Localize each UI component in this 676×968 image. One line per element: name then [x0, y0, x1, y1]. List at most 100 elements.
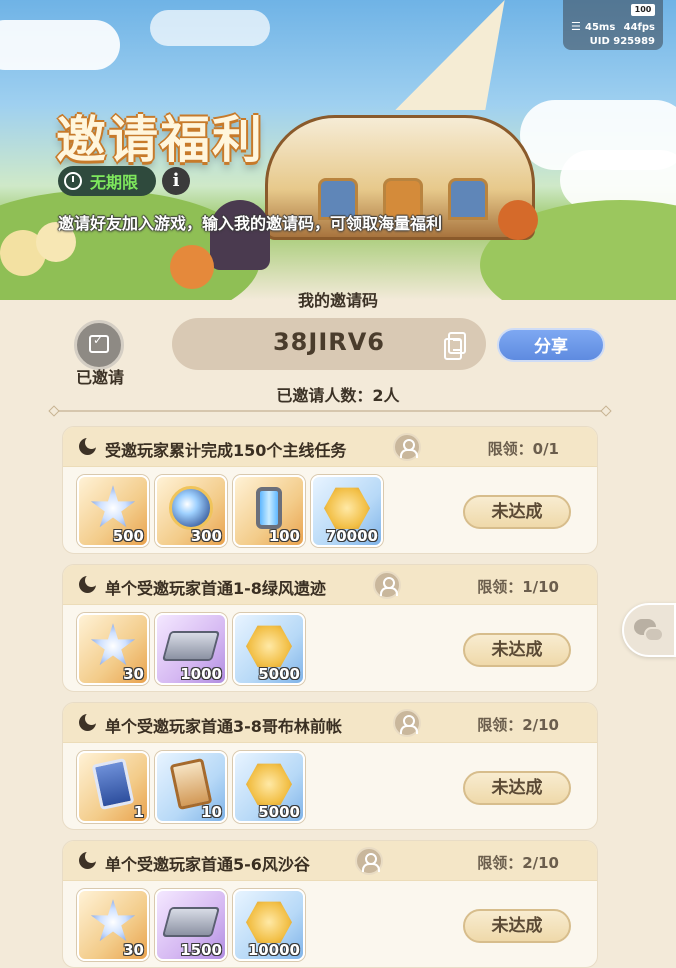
fps-text: 44fps — [623, 22, 655, 33]
reward-list: 30 1500 10000 — [77, 889, 305, 961]
reward-item[interactable]: 300 — [155, 475, 227, 547]
reward-qty: 30 — [123, 941, 144, 959]
reward-item[interactable]: 10000 — [233, 889, 305, 961]
reward-qty: 10 — [201, 803, 222, 821]
reward-item[interactable]: 30 — [77, 613, 149, 685]
reward-qty: 1500 — [180, 941, 222, 959]
moon-icon — [79, 574, 98, 593]
moon-icon — [79, 850, 98, 869]
reward-qty: 30 — [123, 665, 144, 683]
duration-badge: 无期限 — [58, 166, 156, 196]
character-fox — [170, 245, 214, 289]
invite-code: 38JIRV6 — [272, 328, 385, 356]
reward-item[interactable]: 1000 — [155, 613, 227, 685]
reward-qty: 10000 — [247, 941, 300, 959]
chat-bubble-icon — [644, 627, 664, 642]
uid-text: UID 925989 — [589, 36, 655, 47]
blue-card-icon — [91, 758, 135, 811]
task-card: 单个受邀玩家首通3-8哥布林前帐 限领：2/10 1 10 5000 未达成 — [62, 702, 598, 830]
wagon-window — [448, 178, 488, 220]
claim-status-button[interactable]: 未达成 — [463, 495, 571, 529]
task-card-header: 单个受邀玩家首通5-6风沙谷 限领：2/10 — [63, 841, 597, 881]
claim-status-button[interactable]: 未达成 — [463, 909, 571, 943]
reward-qty: 100 — [268, 527, 300, 545]
claim-limit: 限领：1/10 — [477, 578, 559, 596]
reward-qty: 300 — [190, 527, 222, 545]
reward-item[interactable]: 30 — [77, 889, 149, 961]
star-crystal-icon — [90, 899, 136, 942]
gold-coin-icon — [246, 901, 292, 943]
player-icon[interactable] — [393, 709, 421, 737]
moon-icon — [79, 712, 98, 731]
player-icon[interactable] — [373, 571, 401, 599]
cloud — [150, 10, 270, 46]
invite-code-box: 38JIRV6 — [172, 318, 486, 370]
claim-limit: 限领：2/10 — [477, 716, 559, 734]
invited-list-button[interactable] — [74, 320, 124, 370]
reward-item[interactable]: 1500 — [155, 889, 227, 961]
invite-code-label: 我的邀请码 — [297, 291, 378, 310]
task-title: 单个受邀玩家首通3-8哥布林前帐 — [105, 717, 342, 736]
page-title: 邀请福利 — [56, 111, 264, 169]
duration-label: 无期限 — [90, 173, 139, 192]
task-card-header: 受邀玩家累计完成150个主线任务 限领：0/1 — [63, 427, 597, 467]
task-card: 受邀玩家累计完成150个主线任务 限领：0/1 500 300 100 7000… — [62, 426, 598, 554]
reward-item[interactable]: 5000 — [233, 751, 305, 823]
status-overlay: 100 ☰ 45ms 44fps UID 925989 — [563, 0, 663, 50]
energy-cylinder-icon — [256, 487, 282, 530]
reward-qty: 500 — [112, 527, 144, 545]
banner: 邀请福利 无期限 i 邀请好友加入游戏，输入我的邀请码，可领取海量福利 100 … — [0, 0, 676, 300]
task-card-header: 单个受邀玩家首通1-8绿风遗迹 限领：1/10 — [63, 565, 597, 605]
reward-qty: 1 — [133, 803, 144, 821]
star-crystal-icon — [90, 485, 136, 528]
info-icon[interactable]: i — [162, 167, 190, 195]
reward-qty: 70000 — [325, 527, 378, 545]
chat-button[interactable] — [622, 603, 676, 657]
reward-item[interactable]: 10 — [155, 751, 227, 823]
gold-coin-icon — [324, 487, 370, 529]
reward-item[interactable]: 5000 — [233, 613, 305, 685]
cloud — [0, 20, 120, 70]
task-title: 受邀玩家累计完成150个主线任务 — [105, 441, 347, 460]
task-title: 单个受邀玩家首通5-6风沙谷 — [105, 855, 310, 874]
claim-status-button[interactable]: 未达成 — [463, 771, 571, 805]
share-button[interactable]: 分享 — [497, 328, 605, 362]
star-crystal-icon — [90, 623, 136, 666]
reward-qty: 1000 — [180, 665, 222, 683]
copy-icon[interactable] — [444, 332, 466, 360]
reward-list: 1 10 5000 — [77, 751, 305, 823]
invited-check-icon — [89, 333, 109, 353]
reward-list: 30 1000 5000 — [77, 613, 305, 685]
wagon-sail — [395, 0, 505, 110]
character-right — [498, 200, 538, 240]
reward-item[interactable]: 500 — [77, 475, 149, 547]
task-card: 单个受邀玩家首通1-8绿风遗迹 限领：1/10 30 1000 5000 未达成 — [62, 564, 598, 692]
clock-icon — [64, 172, 82, 190]
ping-text: 45ms — [585, 22, 616, 33]
reward-qty: 5000 — [258, 803, 300, 821]
player-icon[interactable] — [355, 847, 383, 875]
claim-status-button[interactable]: 未达成 — [463, 633, 571, 667]
divider — [56, 410, 604, 412]
reward-item[interactable]: 100 — [233, 475, 305, 547]
reward-item[interactable]: 70000 — [311, 475, 383, 547]
task-card-header: 单个受邀玩家首通3-8哥布林前帐 限领：2/10 — [63, 703, 597, 743]
claim-limit: 限领：2/10 — [477, 854, 559, 872]
claim-limit: 限领：0/1 — [487, 440, 559, 458]
reward-item[interactable]: 1 — [77, 751, 149, 823]
metal-ingot-icon — [161, 631, 221, 662]
gold-coin-icon — [246, 763, 292, 805]
battery-icon: 100 — [631, 4, 655, 16]
task-title: 单个受邀玩家首通1-8绿风遗迹 — [105, 579, 326, 598]
task-card: 单个受邀玩家首通5-6风沙谷 限领：2/10 30 1500 10000 未达成 — [62, 840, 598, 968]
page-subtitle: 邀请好友加入游戏，输入我的邀请码，可领取海量福利 — [58, 214, 443, 233]
player-icon[interactable] — [393, 433, 421, 461]
metal-ingot-icon — [161, 907, 221, 938]
invited-count: 已邀请人数：2人 — [276, 386, 400, 405]
reward-list: 500 300 100 70000 — [77, 475, 383, 547]
moon-icon — [79, 436, 98, 455]
reward-qty: 5000 — [258, 665, 300, 683]
gold-coin-icon — [246, 625, 292, 667]
magic-orb-icon — [169, 486, 213, 531]
wifi-icon: ☰ — [571, 20, 581, 33]
